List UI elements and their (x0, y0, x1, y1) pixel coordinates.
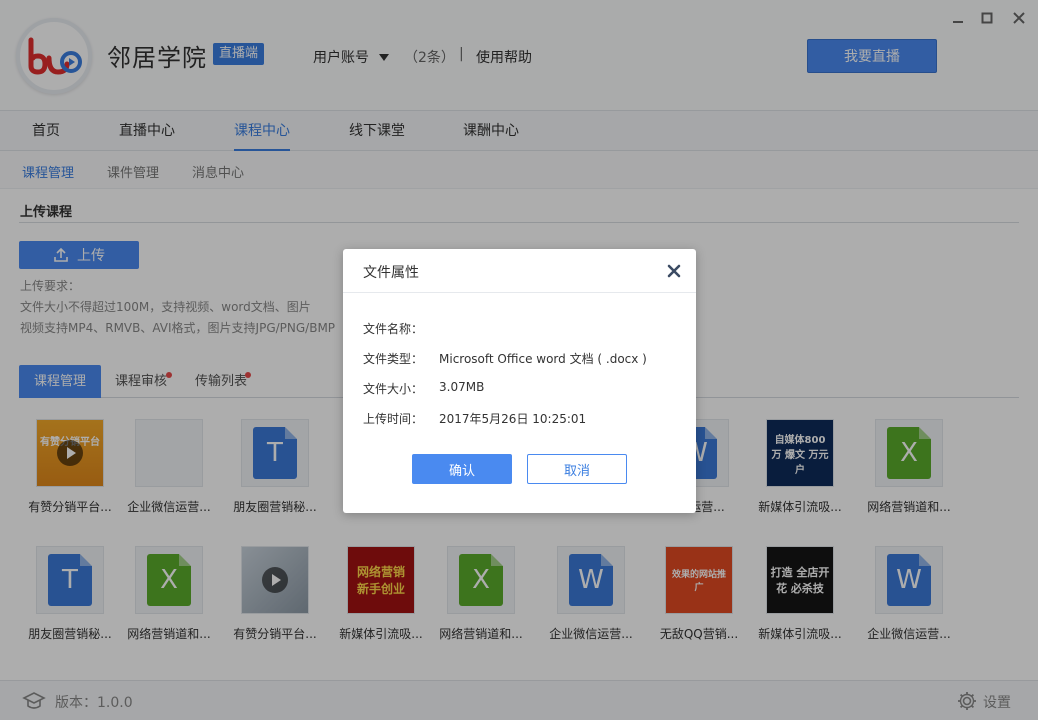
confirm-button[interactable]: 确认 (412, 454, 512, 484)
file-properties-dialog: 文件属性 文件名称： 文件类型： Microsoft Office word 文… (343, 249, 696, 513)
file-type-value: Microsoft Office word 文档 ( .docx ) (439, 352, 647, 366)
dialog-title: 文件属性 (363, 265, 419, 281)
file-size-value: 3.07MB (439, 380, 485, 394)
field-label: 文件名称： (363, 322, 424, 336)
field-label: 文件类型： (363, 352, 424, 366)
close-icon[interactable] (665, 262, 683, 280)
field-label: 文件大小： (363, 382, 424, 396)
field-label: 上传时间： (363, 412, 424, 426)
upload-time-value: 2017年5月26日 10:25:01 (439, 412, 587, 426)
cancel-button[interactable]: 取消 (527, 454, 627, 484)
dialog-header: 文件属性 (343, 249, 696, 293)
